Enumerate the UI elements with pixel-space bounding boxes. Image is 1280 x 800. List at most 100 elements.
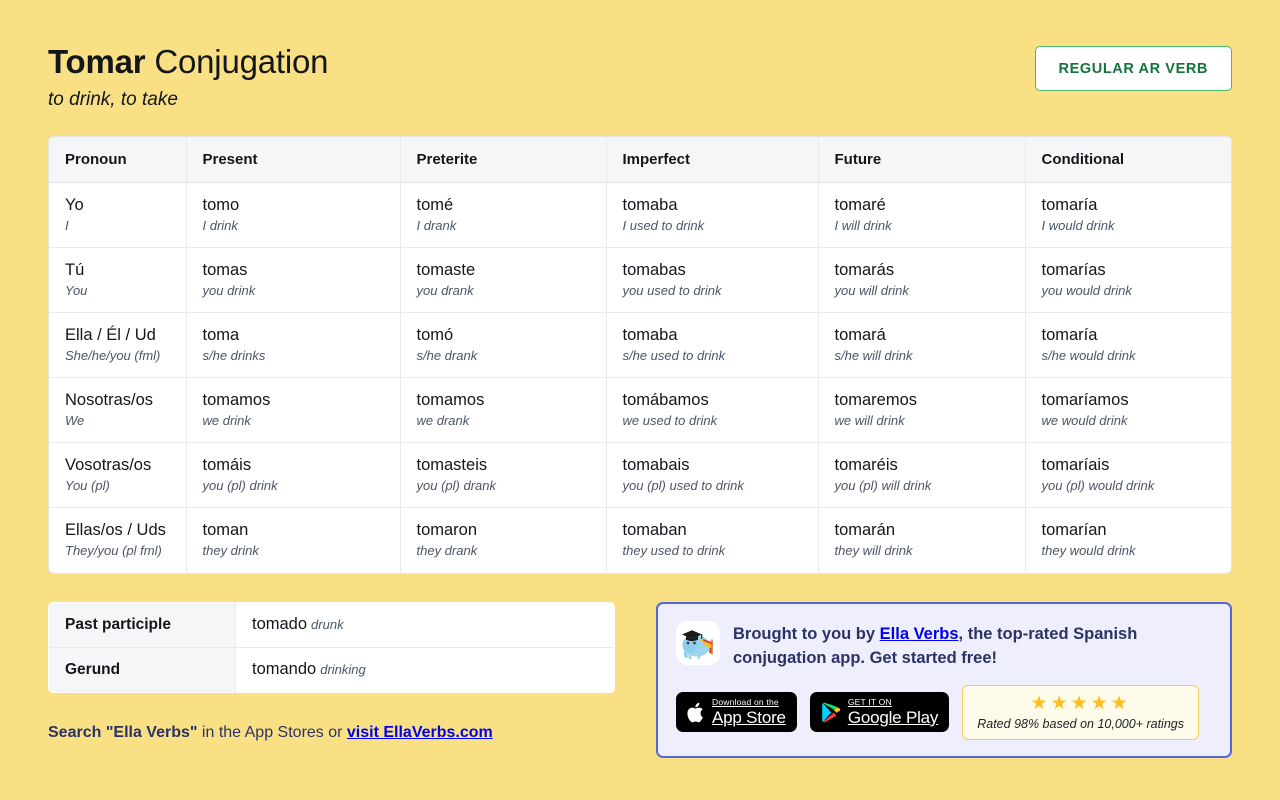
cell-preterite: tomaste you drank xyxy=(400,247,607,313)
conjugation-text: tomabais xyxy=(622,456,690,474)
conjugation-translation: you (pl) will drink xyxy=(834,478,932,493)
gerund-row: Gerund tomando drinking xyxy=(49,647,614,692)
gerund-label: Gerund xyxy=(49,647,236,692)
table-row: Ella / Él / Ud She/he/you (fml) toma s/h… xyxy=(49,312,1231,378)
conjugation-text: toman xyxy=(202,521,249,540)
conjugation-text: tomaban xyxy=(622,521,687,540)
cell-conditional: tomaríamos we would drink xyxy=(1025,377,1231,443)
cell-preterite: tomamos we drank xyxy=(400,377,607,443)
pronoun-translation: They/you (pl fml) xyxy=(65,543,162,559)
verb-name: Tomar xyxy=(48,43,146,80)
pronoun-text: Ella / Él / Ud xyxy=(65,326,156,344)
cell-present: tomáis you (pl) drink xyxy=(186,442,401,508)
conjugation-translation: I used to drink xyxy=(622,218,705,233)
app-store-button[interactable]: Download on the App Store xyxy=(676,692,797,732)
verb-translation: to drink, to take xyxy=(48,89,178,110)
table-row: Yo I tomo I drink tomé I drank tomaba I … xyxy=(49,182,1231,248)
conjugation-text: tomarán xyxy=(834,521,896,540)
cell-pronoun: Nosotras/os We xyxy=(49,377,187,443)
promo-box: Brought to you by Ella Verbs, the top-ra… xyxy=(656,601,1232,758)
cell-future: tomaréis you (pl) will drink xyxy=(818,442,1026,508)
table-row: Nosotras/os We tomamos we drink tomamos … xyxy=(49,377,1231,443)
conjugation-translation: I will drink xyxy=(834,218,892,233)
conjugation-text: tomaré xyxy=(834,196,886,214)
ella-verbs-link[interactable]: Ella Verbs xyxy=(880,625,959,643)
conjugation-text: tomas xyxy=(202,261,248,279)
conjugation-translation: you would drink xyxy=(1041,283,1132,298)
google-play-logo-icon xyxy=(822,702,841,722)
cell-preterite: tomaron they drank xyxy=(400,507,607,573)
pronoun-translation: We xyxy=(65,413,85,428)
cell-pronoun: Vosotras/os You (pl) xyxy=(49,442,187,508)
cell-present: tomas you drink xyxy=(186,247,401,313)
pronoun-translation: I xyxy=(65,218,69,233)
past-participle-translation: drunk xyxy=(311,617,344,632)
bottom-left-column: Past participle tomado drunk Gerund toman… xyxy=(48,601,615,744)
ellaverbs-website-link[interactable]: visit EllaVerbs.com xyxy=(347,724,493,741)
table-row: Vosotras/os You (pl) tomáis you (pl) dri… xyxy=(49,442,1231,508)
promo-footer: Download on the App Store GET IT ON Goog… xyxy=(676,684,1212,740)
cell-pronoun: Ella / Él / Ud She/he/you (fml) xyxy=(49,312,187,378)
google-play-label: GET IT ON Google Play xyxy=(847,698,939,727)
ella-verbs-app-icon xyxy=(676,620,720,665)
conjugation-translation: they drank xyxy=(416,543,478,559)
column-header-imperfect: Imperfect xyxy=(606,137,819,183)
conjugation-translation: we drank xyxy=(416,413,470,428)
search-prompt-plain: in the App Stores or xyxy=(197,723,347,741)
column-header-present: Present xyxy=(186,137,401,183)
conjugation-text: tomarían xyxy=(1041,521,1107,540)
cell-future: tomarán they will drink xyxy=(818,507,1026,573)
conjugation-text: tomó xyxy=(416,326,454,344)
conjugation-text: tomaron xyxy=(416,521,478,540)
conjugation-text: tomábamos xyxy=(622,391,709,409)
google-play-big-text: Google Play xyxy=(847,707,939,727)
cell-present: toma s/he drinks xyxy=(186,312,401,378)
conjugation-text: tomaste xyxy=(416,261,476,279)
column-header-conditional: Conditional xyxy=(1025,137,1231,183)
conjugation-page: Tomar Conjugation to drink, to take REGU… xyxy=(0,0,1280,800)
apple-logo-icon xyxy=(687,702,703,722)
cell-imperfect: tomabas you used to drink xyxy=(606,247,819,313)
conjugation-text: tomaría xyxy=(1041,196,1098,214)
cell-preterite: tomasteis you (pl) drank xyxy=(400,442,607,508)
elephant-graduation-icon xyxy=(676,620,720,665)
conjugation-text: tomasteis xyxy=(416,456,488,474)
cell-conditional: tomaría I would drink xyxy=(1025,182,1231,248)
past-participle-label: Past participle xyxy=(49,602,236,648)
cell-pronoun: Yo I xyxy=(49,182,187,248)
conjugation-translation: I would drink xyxy=(1041,218,1115,233)
table-row: Tú You tomas you drink tomaste you drank… xyxy=(49,247,1231,313)
cell-present: tomamos we drink xyxy=(186,377,401,443)
conjugation-text: tomarás xyxy=(834,261,895,279)
title-suffix: Conjugation xyxy=(145,43,329,80)
cell-imperfect: tomaba I used to drink xyxy=(606,182,819,248)
conjugation-translation: you (pl) used to drink xyxy=(622,478,744,493)
conjugation-text: tomáis xyxy=(202,456,252,474)
conjugation-translation: you (pl) drink xyxy=(202,478,278,493)
pronoun-translation: You xyxy=(65,283,88,298)
conjugation-text: tomaríamos xyxy=(1041,391,1129,409)
app-store-big-text: App Store xyxy=(712,707,786,727)
star-rating-icon: ★★★★★ xyxy=(1030,692,1131,714)
pronoun-text: Nosotras/os xyxy=(65,391,154,409)
conjugation-text: tomaremos xyxy=(834,391,918,409)
page-title: Tomar Conjugation xyxy=(48,42,329,82)
conjugation-text: tomo xyxy=(202,196,240,214)
table-header-row: Pronoun Present Preterite Imperfect Futu… xyxy=(49,137,1231,183)
conjugation-table: Pronoun Present Preterite Imperfect Futu… xyxy=(49,137,1231,573)
verb-forms-table: Past participle tomado drunk Gerund toman… xyxy=(48,601,615,693)
pronoun-text: Vosotras/os xyxy=(65,456,152,474)
cell-future: tomará s/he will drink xyxy=(818,312,1026,378)
conjugation-translation: s/he would drink xyxy=(1041,348,1136,363)
bottom-section: Past participle tomado drunk Gerund toman… xyxy=(48,601,1232,758)
pronoun-translation: She/he/you (fml) xyxy=(65,348,161,363)
conjugation-text: tomarías xyxy=(1041,261,1106,279)
pronoun-text: Yo xyxy=(65,196,84,214)
conjugation-translation: we will drink xyxy=(834,413,905,428)
promo-message: Brought to you by Ella Verbs, the top-ra… xyxy=(733,621,1212,670)
cell-preterite: tomó s/he drank xyxy=(400,312,607,378)
conjugation-translation: s/he will drink xyxy=(834,348,913,363)
google-play-button[interactable]: GET IT ON Google Play xyxy=(809,692,950,732)
conjugation-translation: you used to drink xyxy=(622,283,722,298)
gerund-word: tomando xyxy=(252,660,317,678)
